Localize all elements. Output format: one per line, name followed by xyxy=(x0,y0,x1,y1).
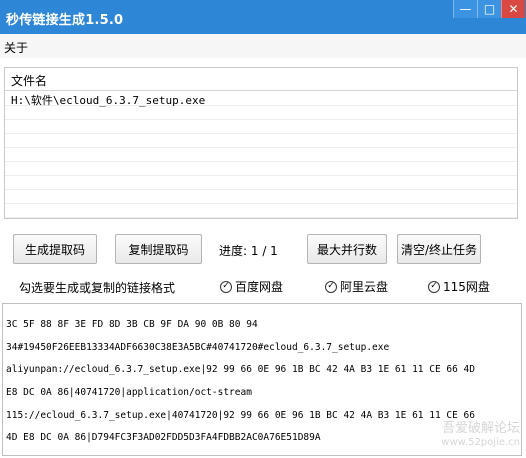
progress-indicator: 进度: 1 / 1 xyxy=(219,242,278,259)
window-title: 秒传链接生成1.5.0 xyxy=(6,13,124,28)
empty-row xyxy=(5,148,517,162)
output-line: 34#19450F26EEB13334ADF6630C38E3A5BC#4074… xyxy=(6,341,390,353)
empty-row xyxy=(5,120,517,134)
generate-code-button[interactable]: 生成提取码 xyxy=(13,234,97,264)
option-baidu-label: 百度网盘 xyxy=(235,280,284,294)
minimize-button[interactable]: — xyxy=(453,0,477,18)
output-line: aliyunpan://ecloud_6.3.7_setup.exe|92 99… xyxy=(6,364,475,376)
watermark: 吾爱破解论坛 www.52pojie.cn xyxy=(441,422,520,450)
output-line: 115://ecloud_6.3.7_setup.exe|40741720|92… xyxy=(6,409,475,421)
option-baidu[interactable]: ✓ 百度网盘 xyxy=(220,278,283,295)
menu-about[interactable]: 关于 xyxy=(4,39,28,56)
clear-stop-button[interactable]: 清空/终止任务 xyxy=(397,234,481,264)
option-115-label: 115网盘 xyxy=(443,280,490,294)
checkbox-checked-icon[interactable]: ✓ xyxy=(428,280,440,293)
watermark-title: 吾爱破解论坛 xyxy=(441,421,520,436)
max-parallel-button[interactable]: 最大并行数 xyxy=(307,234,387,264)
copy-code-button[interactable]: 复制提取码 xyxy=(115,234,202,264)
maximize-icon: □ xyxy=(483,2,496,16)
file-list-header: 文件名 xyxy=(5,68,517,91)
empty-row xyxy=(5,204,517,218)
column-filename: 文件名 xyxy=(11,74,48,88)
minimize-icon: — xyxy=(459,2,472,16)
output-line: 3C 5F 88 8F 3E FD 8D 3B CB 9F DA 90 0B 8… xyxy=(6,319,258,331)
option-aliyun[interactable]: ✓ 阿里云盘 xyxy=(325,278,388,295)
option-aliyun-label: 阿里云盘 xyxy=(340,280,389,294)
empty-row xyxy=(5,162,517,176)
close-button[interactable]: ✕ xyxy=(501,0,525,18)
empty-row xyxy=(5,176,517,190)
progress-value: 1 / 1 xyxy=(250,244,278,258)
format-label: 勾选要生成或复制的链接格式 xyxy=(19,281,176,295)
empty-row xyxy=(5,106,517,120)
output-line: E8 DC 0A 86|40741720|application/oct-str… xyxy=(6,387,252,399)
empty-row xyxy=(5,190,517,204)
menu-bar: 关于 xyxy=(0,34,526,58)
checkbox-checked-icon[interactable]: ✓ xyxy=(325,280,337,293)
file-list[interactable]: 文件名 H:\软件\ecloud_6.3.7_setup.exe xyxy=(4,67,518,219)
file-list-row[interactable]: H:\软件\ecloud_6.3.7_setup.exe xyxy=(5,92,517,107)
close-icon: ✕ xyxy=(508,2,519,16)
empty-row xyxy=(5,134,517,148)
maximize-button[interactable]: □ xyxy=(477,0,501,18)
progress-label: 进度: xyxy=(219,244,248,258)
option-115[interactable]: ✓ 115网盘 xyxy=(428,278,490,295)
checkbox-checked-icon[interactable]: ✓ xyxy=(220,280,232,293)
watermark-url: www.52pojie.cn xyxy=(441,437,520,448)
title-bar: 秒传链接生成1.5.0 — □ ✕ xyxy=(0,0,526,34)
